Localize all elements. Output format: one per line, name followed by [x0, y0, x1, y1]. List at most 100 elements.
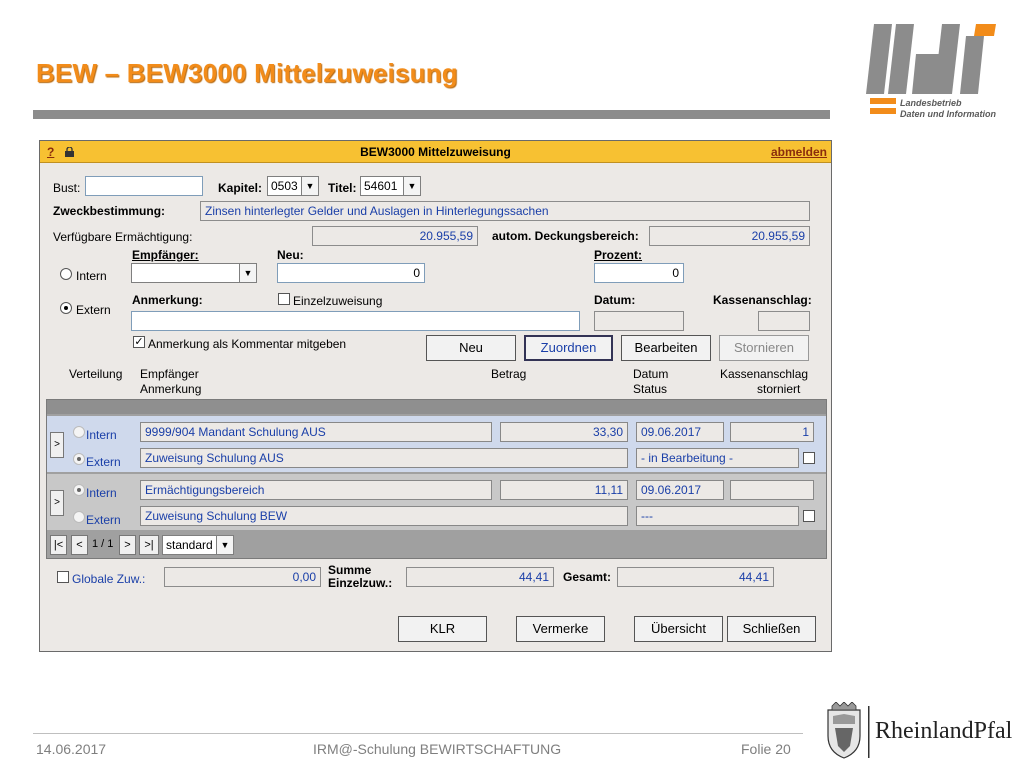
footer-date: 14.06.2017 [36, 741, 107, 757]
next-page-button[interactable]: > [119, 535, 136, 555]
row-status: --- [636, 506, 799, 526]
bust-input[interactable] [85, 176, 203, 196]
empfaenger-select[interactable]: ▼ [131, 263, 257, 283]
row-extern-radio[interactable] [73, 511, 85, 523]
row-expand-button[interactable]: > [50, 432, 64, 458]
neu-button[interactable]: Neu [426, 335, 516, 361]
slide-title: BEW – BEW3000 Mittelzuweisung [36, 58, 458, 88]
bearbeiten-button[interactable]: Bearbeiten [621, 335, 711, 361]
verf-label: Verfügbare Ermächtigung: [53, 230, 193, 244]
col-empfaenger: Empfänger [140, 367, 199, 381]
row-extern-radio[interactable] [73, 453, 85, 465]
anmerkung-input[interactable] [131, 311, 580, 331]
col-kassenanschlag: Kassenanschlag [720, 367, 809, 381]
chevron-down-icon: ▼ [301, 177, 318, 195]
summe-field: 44,41 [406, 567, 554, 587]
view-value: standard [166, 538, 213, 552]
row-intern-radio[interactable] [73, 426, 85, 438]
pager: |< < 1 / 1 > >| standard ▼ [47, 532, 826, 558]
vermerke-button[interactable]: Vermerke [516, 616, 605, 642]
row-kassenanschlag [730, 480, 814, 500]
page-indicator: 1 / 1 [92, 538, 114, 550]
app-title: BEW3000 Mittelzuweisung [360, 145, 511, 159]
row-kassenanschlag: 1 [730, 422, 814, 442]
neu-label: Neu: [277, 248, 304, 262]
view-select[interactable]: standard ▼ [162, 535, 234, 555]
schliessen-button[interactable]: Schließen [727, 616, 816, 642]
einzel-checkbox[interactable] [278, 293, 290, 305]
klr-button[interactable]: KLR [398, 616, 487, 642]
globale-checkbox[interactable] [57, 571, 69, 583]
rlp-logo: RheinlandPfalz [827, 702, 1012, 759]
row-betrag: 33,30 [500, 422, 628, 442]
einzel-label: Einzelzuweisung [293, 294, 383, 308]
row-empfaenger: 9999/904 Mandant Schulung AUS [140, 422, 492, 442]
datum-label: Datum: [594, 293, 636, 307]
titel-select[interactable]: 54601 ▼ [360, 176, 421, 196]
row-storniert-checkbox[interactable] [803, 452, 815, 464]
prev-page-button[interactable]: < [71, 535, 88, 555]
neu-input[interactable]: 0 [277, 263, 425, 283]
row-expand-button[interactable]: > [50, 490, 64, 516]
globale-field: 0,00 [164, 567, 321, 587]
table-row[interactable]: > Intern Extern Ermächtigungsbereich 11,… [47, 474, 826, 530]
col-status: Status [633, 382, 668, 396]
anm-label: Anmerkung: [132, 293, 203, 307]
footer-page: Folie 20 [741, 741, 791, 757]
row-storniert-checkbox[interactable] [803, 510, 815, 522]
zweck-label: Zweckbestimmung: [53, 204, 166, 218]
row-empfaenger: Ermächtigungsbereich [140, 480, 492, 500]
allocation-grid: > Intern Extern 9999/904 Mandant Schulun… [46, 399, 827, 559]
zweck-field: Zinsen hinterlegter Gelder und Auslagen … [200, 201, 810, 221]
row-anmerkung: Zuweisung Schulung BEW [140, 506, 628, 526]
row-extern-label: Extern [86, 455, 121, 469]
row-datum: 09.06.2017 [636, 480, 724, 500]
table-row[interactable]: > Intern Extern 9999/904 Mandant Schulun… [47, 416, 826, 472]
autom-field: 20.955,59 [649, 226, 810, 246]
summe-label-2: Einzelzuw.: [328, 576, 393, 590]
gesamt-label: Gesamt: [563, 570, 612, 584]
prozent-input[interactable]: 0 [594, 263, 684, 283]
grid-header-strip [47, 400, 826, 414]
kommentar-checkbox[interactable]: ✓ [133, 336, 145, 348]
ldi-logo-line1: Landesbetrieb [900, 98, 962, 108]
chevron-down-icon: ▼ [403, 177, 420, 195]
footer-divider [33, 733, 803, 734]
kassen-label: Kassenanschlag: [713, 293, 812, 307]
intern-radio[interactable] [60, 268, 72, 280]
app-window: ? BEW3000 Mittelzuweisung abmelden Bust:… [39, 140, 832, 652]
col-betrag: Betrag [491, 367, 527, 381]
stornieren-button[interactable]: Stornieren [719, 335, 809, 361]
verf-field: 20.955,59 [312, 226, 478, 246]
row-anmerkung: Zuweisung Schulung AUS [140, 448, 628, 468]
row-status: - in Bearbeitung - [636, 448, 799, 468]
summe-label-1: Summe [328, 563, 372, 577]
row-betrag: 11,11 [500, 480, 628, 500]
chevron-down-icon: ▼ [216, 536, 233, 554]
app-titlebar: ? BEW3000 Mittelzuweisung abmelden [40, 141, 831, 163]
extern-label: Extern [76, 303, 111, 317]
titel-label: Titel: [328, 181, 357, 195]
last-page-button[interactable]: >| [139, 535, 159, 555]
kapitel-select[interactable]: 0503 ▼ [267, 176, 319, 196]
datum-field [594, 311, 684, 331]
titel-value: 54601 [364, 179, 398, 193]
globale-label: Globale Zuw.: [72, 572, 146, 586]
first-page-button[interactable]: |< [50, 535, 67, 555]
col-verteilung: Verteilung [69, 367, 123, 381]
kapitel-label: Kapitel: [218, 181, 263, 195]
gesamt-field: 44,41 [617, 567, 774, 587]
row-extern-label: Extern [86, 513, 121, 527]
extern-radio[interactable] [60, 302, 72, 314]
uebersicht-button[interactable]: Übersicht [634, 616, 723, 642]
empf-label: Empfänger: [132, 248, 199, 262]
ldi-logo-line2: Daten und Information [900, 109, 996, 119]
zuordnen-button[interactable]: Zuordnen [524, 335, 613, 361]
row-intern-radio[interactable] [73, 484, 85, 496]
kassen-field [758, 311, 810, 331]
col-anmerkung: Anmerkung [140, 382, 202, 396]
prozent-label: Prozent: [594, 248, 642, 262]
logout-link[interactable]: abmelden [771, 145, 827, 159]
ldi-logo: Landesbetrieb Daten und Information [866, 24, 996, 119]
chevron-down-icon: ▼ [239, 264, 256, 282]
